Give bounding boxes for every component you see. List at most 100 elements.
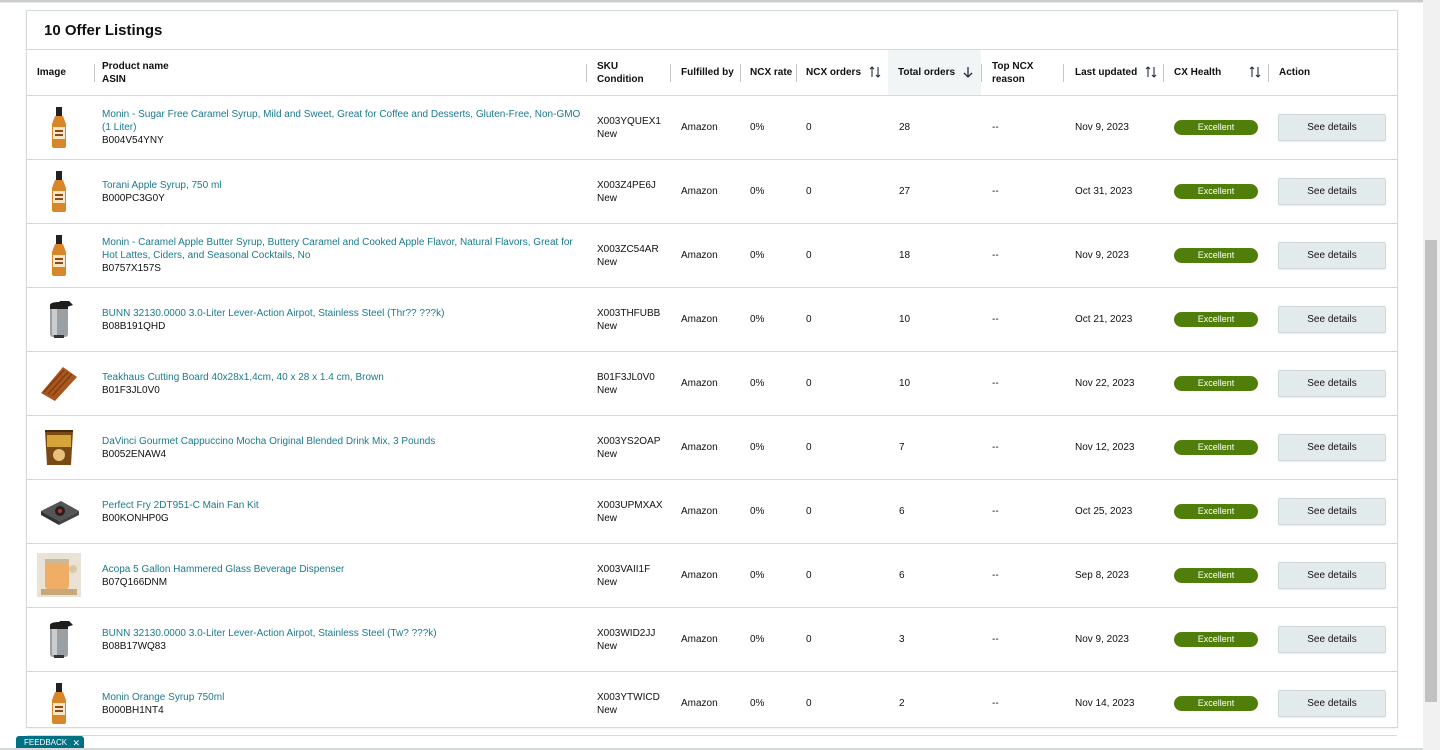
col-header-condition-label: Condition xyxy=(597,73,644,85)
ncx-orders-value: 0 xyxy=(806,634,812,645)
fulfilled-by-value: Amazon xyxy=(681,570,718,581)
product-image[interactable] xyxy=(37,425,81,469)
ncx-rate-value: 0% xyxy=(750,186,765,197)
product-image[interactable] xyxy=(37,169,81,213)
col-header-cx-health[interactable]: CX Health xyxy=(1174,50,1244,95)
table-row: Acopa 5 Gallon Hammered Glass Beverage D… xyxy=(27,544,1397,608)
ncx-orders-value: 0 xyxy=(806,122,812,133)
ncx-orders-value: 0 xyxy=(806,570,812,581)
sort-descending-icon[interactable] xyxy=(962,65,974,79)
product-image[interactable] xyxy=(37,553,81,597)
col-header-last-updated-label: Last updated xyxy=(1075,67,1138,78)
product-name-link[interactable]: Teakhaus Cutting Board 40x28x1,4cm, 40 x… xyxy=(102,371,582,384)
product-image[interactable] xyxy=(37,617,81,661)
cx-health-badge: Excellent xyxy=(1174,440,1258,455)
product-image[interactable] xyxy=(37,105,81,149)
listings-title: 10 Offer Listings xyxy=(44,22,163,39)
ncx-rate-value: 0% xyxy=(750,442,765,453)
see-details-button[interactable]: See details xyxy=(1278,562,1386,589)
sku-cell: X003YTWICD New xyxy=(597,672,660,735)
ncx-rate-value: 0% xyxy=(750,506,765,517)
fulfilled-by-value: Amazon xyxy=(681,634,718,645)
sku-cell: B01F3JL0V0 New xyxy=(597,352,655,415)
see-details-button[interactable]: See details xyxy=(1278,370,1386,397)
ncx-orders-value: 0 xyxy=(806,378,812,389)
col-header-last-updated[interactable]: Last updated xyxy=(1075,50,1145,95)
top-ncx-reason-value: -- xyxy=(992,378,999,389)
condition-value: New xyxy=(597,576,618,588)
table-row: Perfect Fry 2DT951-C Main Fan Kit B00KONH… xyxy=(27,480,1397,544)
product-name-link[interactable]: Acopa 5 Gallon Hammered Glass Beverage D… xyxy=(102,563,582,576)
product-name-link[interactable]: Monin Orange Syrup 750ml xyxy=(102,691,582,704)
table-row: Teakhaus Cutting Board 40x28x1,4cm, 40 x… xyxy=(27,352,1397,416)
asin-value: B00KONHP0G xyxy=(102,512,169,524)
product-name-link[interactable]: Monin - Caramel Apple Butter Syrup, Butt… xyxy=(102,236,582,262)
product-name-link[interactable]: BUNN 32130.0000 3.0-Liter Lever-Action A… xyxy=(102,627,582,640)
top-ncx-reason-value: -- xyxy=(992,186,999,197)
airpot-icon xyxy=(37,301,81,345)
col-header-cx-health-label: CX Health xyxy=(1174,67,1222,78)
sku-value: X003UPMXAX xyxy=(597,499,663,511)
top-ncx-reason-value: -- xyxy=(992,506,999,517)
total-orders-value: 2 xyxy=(899,698,905,709)
col-header-action: Action xyxy=(1279,50,1339,95)
scrollbar-thumb[interactable] xyxy=(1425,240,1437,702)
product-name-link[interactable]: BUNN 32130.0000 3.0-Liter Lever-Action A… xyxy=(102,307,582,320)
product-image[interactable] xyxy=(37,489,81,533)
sort-icon[interactable] xyxy=(869,65,881,79)
see-details-button[interactable]: See details xyxy=(1278,498,1386,525)
ncx-rate-value: 0% xyxy=(750,250,765,261)
cx-health-badge: Excellent xyxy=(1174,568,1258,583)
condition-value: New xyxy=(597,256,618,268)
product-image[interactable] xyxy=(37,681,81,725)
table-row: Monin Orange Syrup 750ml B000BH1NT4 X003YT… xyxy=(27,672,1397,736)
total-orders-value: 6 xyxy=(899,506,905,517)
sku-cell: X003VAII1F New xyxy=(597,544,650,607)
col-header-action-label: Action xyxy=(1279,67,1311,78)
syrup-bottle-icon xyxy=(37,171,81,217)
drink-mix-bag-icon xyxy=(37,430,81,473)
sort-icon[interactable] xyxy=(1145,65,1157,79)
see-details-button[interactable]: See details xyxy=(1278,434,1386,461)
col-header-sku: SKU Condition xyxy=(597,50,667,95)
sku-cell: X003THFUBB New xyxy=(597,288,660,351)
col-header-asin-label: ASIN xyxy=(102,73,126,85)
sku-cell: X003Z4PE6J New xyxy=(597,160,656,223)
product-image[interactable] xyxy=(37,297,81,341)
product-name-link[interactable]: DaVinci Gourmet Cappuccino Mocha Origina… xyxy=(102,435,582,448)
cx-health-badge: Excellent xyxy=(1174,696,1258,711)
product-name-cell: Acopa 5 Gallon Hammered Glass Beverage D… xyxy=(102,544,582,607)
product-image[interactable] xyxy=(37,361,81,405)
ncx-rate-value: 0% xyxy=(750,634,765,645)
top-ncx-reason-value: -- xyxy=(992,570,999,581)
sku-value: X003ZC54AR xyxy=(597,243,659,255)
see-details-button[interactable]: See details xyxy=(1278,114,1386,141)
product-name-cell: Monin - Sugar Free Caramel Syrup, Mild a… xyxy=(102,96,582,159)
sku-cell: X003UPMXAX New xyxy=(597,480,663,543)
product-name-link[interactable]: Torani Apple Syrup, 750 ml xyxy=(102,179,582,192)
sku-value: X003VAII1F xyxy=(597,563,651,575)
ncx-rate-value: 0% xyxy=(750,314,765,325)
column-divider xyxy=(1163,64,1164,82)
see-details-button[interactable]: See details xyxy=(1278,242,1386,269)
table-row: BUNN 32130.0000 3.0-Liter Lever-Action A… xyxy=(27,608,1397,672)
product-name-link[interactable]: Perfect Fry 2DT951-C Main Fan Kit xyxy=(102,499,582,512)
sort-icon[interactable] xyxy=(1249,65,1261,79)
product-name-cell: BUNN 32130.0000 3.0-Liter Lever-Action A… xyxy=(102,608,582,671)
col-header-fulfilled: Fulfilled by xyxy=(681,50,743,95)
see-details-button[interactable]: See details xyxy=(1278,626,1386,653)
sku-value: X003WID2JJ xyxy=(597,627,656,639)
see-details-button[interactable]: See details xyxy=(1278,306,1386,333)
total-orders-value: 10 xyxy=(899,378,911,389)
see-details-button[interactable]: See details xyxy=(1278,178,1386,205)
see-details-button[interactable]: See details xyxy=(1278,690,1386,717)
asin-value: B08B191QHD xyxy=(102,320,166,332)
product-name-link[interactable]: Monin - Sugar Free Caramel Syrup, Mild a… xyxy=(102,108,582,134)
asin-value: B01F3JL0V0 xyxy=(102,384,160,396)
col-header-top-ncx-reason: Top NCX reason xyxy=(992,50,1062,95)
sku-cell: X003YQUEX1 New xyxy=(597,96,661,159)
sku-value: B01F3JL0V0 xyxy=(597,371,655,383)
table-row: Torani Apple Syrup, 750 ml B000PC3G0Y X003… xyxy=(27,160,1397,224)
product-image[interactable] xyxy=(37,233,81,277)
cx-health-badge: Excellent xyxy=(1174,120,1258,135)
